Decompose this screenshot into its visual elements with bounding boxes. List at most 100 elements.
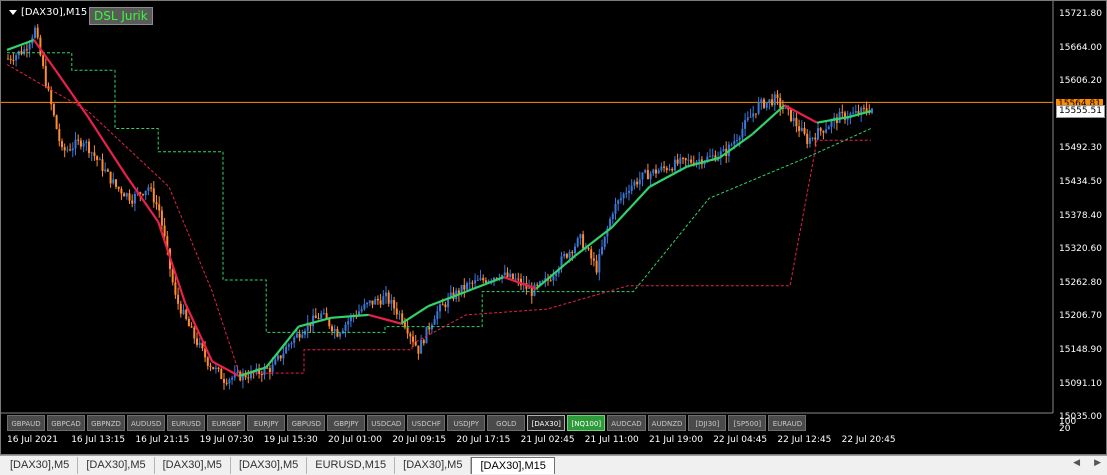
chart-tab[interactable]: [DAX30],M5 [2,457,79,474]
candle-body [58,129,61,142]
candle-body [112,179,115,184]
symbol-button[interactable]: AUDCAD [607,415,646,431]
candle-body [301,334,304,338]
symbol-button[interactable]: AUDNZD [647,415,687,431]
price-chart[interactable] [1,1,1106,454]
chart-tab[interactable]: [DAX30],M15 [471,457,555,474]
symbol-button[interactable]: USDCAD [367,415,406,431]
chart-tab[interactable]: [DAX30],M5 [78,457,155,474]
candle-body [55,115,58,130]
candle-body [177,294,180,304]
candle-body [347,321,350,325]
symbol-button[interactable]: GBPCAD [47,415,85,431]
candle-body [133,193,136,204]
candle-body [619,198,622,201]
symbol-button[interactable]: GBPUSD [287,415,326,431]
candle-body [709,156,711,158]
symbol-button[interactable]: USDJPY [447,415,486,431]
chart-window[interactable]: [DAX30],M15 DSL Jurik 15721.80 15664.00 15… [0,0,1107,455]
candle-body [268,368,271,373]
scroll-right-icon[interactable]: ▶ [1094,458,1101,468]
candle-body [155,202,158,205]
indicator-label[interactable]: DSL Jurik [89,7,153,25]
candle-body [236,371,239,373]
dsl-jurik-segment [719,133,753,159]
symbol-button[interactable]: GBPNZD [87,415,125,431]
symbol-button[interactable]: GBPAUD [7,415,45,431]
candle-body [144,190,147,196]
chart-tab[interactable]: [DAX30],M5 [231,457,308,474]
time-axis-label: 22 Jul 04:45 [713,435,768,445]
dsl-jurik-segment [87,116,127,176]
symbol-button[interactable]: EURAUD [768,415,807,431]
symbol-button[interactable]: GOLD [487,415,526,431]
candle-body [676,159,679,164]
candle-body [88,141,90,154]
time-axis-label: 16 Jul 21:15 [135,435,190,445]
symbol-button[interactable]: GBPJPY [327,415,366,431]
candle-body [771,99,774,106]
candle-body [90,152,93,154]
dsl-jurik-segment [33,39,57,71]
candle-body [433,319,436,325]
candle-body [295,333,298,338]
candle-body [179,303,182,314]
chart-tab[interactable]: [DAX30],M5 [155,457,231,474]
time-axis-label: 20 Jul 01:00 [328,435,382,445]
dsl-jurik-segment [784,104,818,124]
candle-body [528,287,531,289]
candle-body [274,359,277,365]
candle-body [763,99,765,108]
candle-body [511,273,514,280]
candle-body [328,318,331,327]
candle-body [601,247,603,255]
candle-body [74,139,77,149]
candle-body [579,234,582,239]
candle-body [187,318,190,327]
chart-tab[interactable]: [DAX30],M5 [395,457,472,474]
candle-body [436,311,439,320]
candle-body [641,172,644,180]
candle-body [503,272,506,275]
symbol-button[interactable]: [SP500] [728,415,767,431]
symbol-timeframe-label[interactable]: [DAX30],M15 [9,7,87,18]
symbol-button[interactable]: [DJI30] [688,415,727,431]
time-axis-label: 19 Jul 07:30 [199,435,254,445]
price-axis-label: 15606.20 [1059,76,1102,87]
candle-body [374,298,377,305]
candle-body [379,300,382,305]
chart-tab[interactable]: EURUSD,M15 [307,457,396,474]
candle-body [854,111,857,113]
price-axis-label: 15492.30 [1059,143,1102,154]
symbol-button[interactable]: [DAX30] [527,415,566,431]
symbol-button[interactable]: AUDUSD [127,415,166,431]
candle-body [279,355,282,359]
candle-body [808,137,811,144]
scroll-left-icon[interactable]: ◀ [1073,458,1080,468]
chart-menu-triangle-icon[interactable] [9,10,17,15]
candle-body [225,382,228,384]
candle-body [830,120,833,127]
dsl-jurik-segment [610,186,651,229]
candle-body [819,128,822,131]
candle-body [82,143,85,147]
price-axis-label: 15091.10 [1059,378,1102,389]
time-axis-label: 22 Jul 12:45 [777,435,832,445]
time-axis-label: 22 Jul 20:45 [841,435,896,445]
symbol-button[interactable]: USDCHF [407,415,446,431]
candle-body [760,99,763,103]
price-axis-label: 15721.80 [1059,9,1102,19]
symbol-button[interactable]: EURGBP [207,415,246,431]
candle-body [393,299,396,309]
candle-body [657,170,660,174]
symbol-button[interactable]: EURJPY [247,415,286,431]
candle-body [228,379,231,384]
candle-body [646,170,649,180]
symbol-button[interactable]: [NQ100] [567,415,606,431]
candle-body [376,298,379,301]
price-axis-label: 15148.90 [1059,345,1102,355]
candle-body [312,315,315,327]
symbol-button[interactable]: EURUSD [167,415,206,431]
candle-body [773,94,776,106]
candle-body [792,117,795,122]
